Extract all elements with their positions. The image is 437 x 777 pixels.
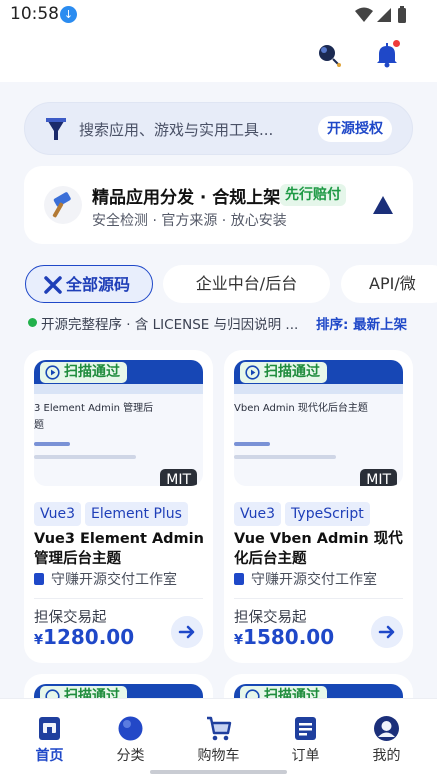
tools-icon xyxy=(44,276,62,294)
promo-card[interactable]: 精品应用分发 · 合规上架 先行赔付 安全检测 · 官方来源 · 放心安装 xyxy=(24,166,413,244)
tag: Vue3 xyxy=(34,502,82,526)
notification-dot xyxy=(393,40,400,47)
search-placeholder: 搜索应用、游戏与实用工具... xyxy=(79,121,274,139)
profile-icon xyxy=(374,716,399,741)
play-circle-icon xyxy=(245,365,260,380)
tag: TypeScript xyxy=(285,502,370,526)
chip-label: API/微 xyxy=(369,274,416,293)
nav-home[interactable]: 首页 xyxy=(6,699,93,777)
license-badge: MIT xyxy=(160,469,197,486)
arrow-right-icon[interactable] xyxy=(371,616,403,648)
home-icon xyxy=(39,717,60,740)
chip-all-source[interactable]: 全部源码 xyxy=(25,265,153,303)
nav-label: 我的 xyxy=(372,748,401,764)
nav-orders[interactable]: 订单 xyxy=(262,699,349,777)
arrow-right-icon[interactable] xyxy=(171,616,203,648)
top-header xyxy=(0,30,437,82)
product-title: Vue Vben Admin 现代化后台主题 xyxy=(234,531,403,567)
nav-category[interactable]: 分类 xyxy=(87,699,174,777)
info-text: 开源完整程序 · 含 LICENSE 与归因说明 ... xyxy=(41,317,299,333)
price-label: 担保交易起 xyxy=(234,610,307,626)
vendor-name: 守赚开源交付工作室 xyxy=(234,569,377,589)
product-card[interactable]: 扫描通过 3 Element Admin 管理后 题 MIT Vue3 Eleme… xyxy=(24,350,213,663)
download-icon: ↓ xyxy=(60,6,77,23)
play-circle-icon xyxy=(45,365,60,380)
divider xyxy=(234,598,403,599)
nav-label: 购物车 xyxy=(197,748,240,764)
tag: Element Plus xyxy=(85,502,188,526)
product-card[interactable]: 扫描通过 Vben Admin 现代化后台主题 MIT Vue3 TypeScri… xyxy=(224,350,413,663)
cart-icon xyxy=(207,716,232,741)
info-row: 开源完整程序 · 含 LICENSE 与归因说明 ... 排序: 最新上架 xyxy=(26,313,416,333)
bottom-nav: 首页 分类 购物车 订单 我的 xyxy=(0,698,437,777)
triangle-icon xyxy=(373,196,393,214)
tag-list: Vue3 Element Plus xyxy=(34,502,192,526)
nav-label: 订单 xyxy=(291,748,320,764)
price: ¥1580.00 xyxy=(234,625,335,649)
promo-title: 精品应用分发 · 合规上架 xyxy=(92,188,281,208)
thumb-title: Vben Admin 现代化后台主题 xyxy=(234,403,368,414)
search-icon xyxy=(46,118,66,140)
divider xyxy=(34,598,203,599)
license-badge: MIT xyxy=(360,469,397,486)
scan-passed-badge: 扫描通过 xyxy=(40,362,127,383)
nav-label: 首页 xyxy=(35,748,64,764)
nav-profile[interactable]: 我的 xyxy=(343,699,430,777)
gesture-bar xyxy=(150,770,287,774)
globe-icon[interactable] xyxy=(316,42,342,68)
promo-subtitle: 安全检测 · 官方来源 · 放心安装 xyxy=(92,213,287,229)
chip-enterprise[interactable]: 企业中台/后台 xyxy=(163,265,330,303)
scan-passed-badge: 扫描通过 xyxy=(240,362,327,383)
vendor-name: 守赚开源交付工作室 xyxy=(34,569,177,589)
price: ¥1280.00 xyxy=(34,625,135,649)
promo-badge: 先行赔付 xyxy=(280,184,346,206)
thumb-title: 3 Element Admin 管理后 xyxy=(34,403,154,414)
tag-list: Vue3 TypeScript xyxy=(234,502,374,526)
chip-label: 企业中台/后台 xyxy=(195,274,298,293)
product-thumbnail: 扫描通过 Vben Admin 现代化后台主题 MIT xyxy=(234,360,403,486)
status-bar: 10:58 ↓ xyxy=(0,0,437,30)
tag: Vue3 xyxy=(234,502,282,526)
chip-label: 全部源码 xyxy=(66,275,131,294)
orders-icon xyxy=(295,717,316,740)
sort-dropdown[interactable]: 排序: 最新上架 xyxy=(316,313,407,333)
shop-icon xyxy=(234,573,244,585)
category-icon xyxy=(118,716,143,741)
nav-cart[interactable]: 购物车 xyxy=(175,699,262,777)
open-source-license-button[interactable]: 开源授权 xyxy=(318,116,392,142)
thumb-title-line2: 题 xyxy=(34,420,44,431)
status-icons xyxy=(355,6,406,23)
search-bar[interactable]: 搜索应用、游戏与实用工具... 开源授权 xyxy=(24,102,413,155)
battery-icon xyxy=(398,8,406,23)
chip-api[interactable]: API/微 xyxy=(341,265,437,303)
nav-label: 分类 xyxy=(116,748,145,764)
price-label: 担保交易起 xyxy=(34,610,107,626)
status-dot xyxy=(28,318,37,327)
wifi-icon xyxy=(355,7,373,22)
notification-button[interactable] xyxy=(372,40,402,70)
product-thumbnail: 扫描通过 3 Element Admin 管理后 题 MIT xyxy=(34,360,203,486)
hammer-icon xyxy=(44,186,82,224)
product-title: Vue3 Element Admin 管理后台主题 xyxy=(34,531,204,567)
status-time: 10:58 xyxy=(10,4,59,24)
signal-icon xyxy=(377,8,391,22)
shop-icon xyxy=(34,573,44,585)
